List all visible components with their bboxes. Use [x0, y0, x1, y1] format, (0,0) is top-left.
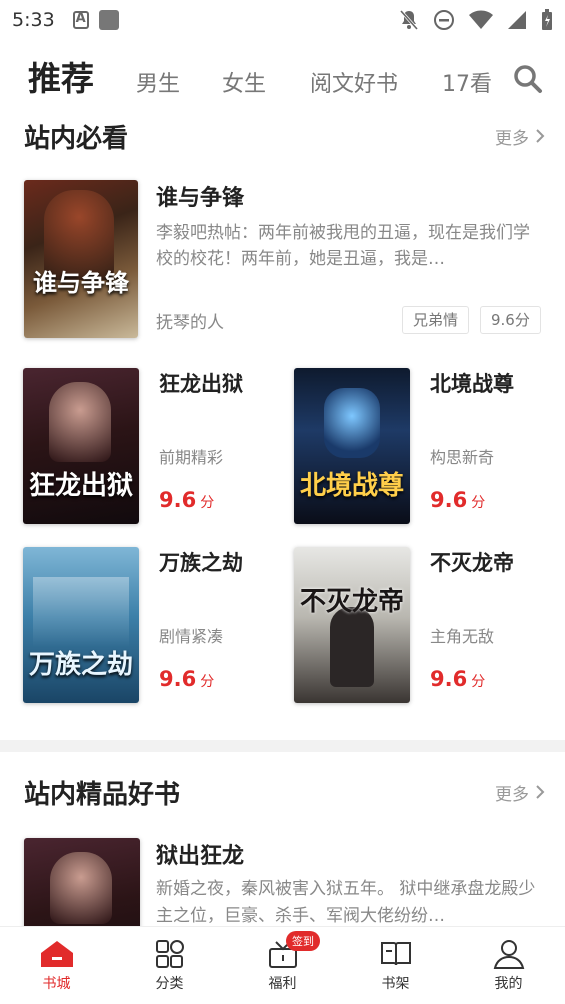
- nav-label: 书城: [42, 976, 71, 992]
- tab-yuewen[interactable]: 阅文好书: [310, 66, 398, 98]
- score-value: 9.6: [159, 488, 197, 512]
- tab-17kan[interactable]: 17看: [442, 66, 492, 98]
- cover-title: 谁与争锋: [33, 269, 129, 297]
- cover-title: 万族之劫: [28, 650, 133, 680]
- top-tabs: 推荐 男生 女生 阅文好书 17看: [0, 48, 565, 108]
- nav-category[interactable]: 分类: [113, 927, 226, 1004]
- score-value: 9.6: [430, 488, 468, 512]
- book-icon: [380, 942, 411, 966]
- book-desc: 剧情紧凑: [159, 627, 224, 646]
- nav-label: 我的: [494, 976, 523, 992]
- tab-recommend[interactable]: 推荐: [28, 52, 94, 100]
- section-title: 站内精品好书: [24, 779, 181, 810]
- tab-female[interactable]: 女生: [222, 66, 266, 98]
- book-cover[interactable]: 狂龙出狱: [23, 368, 139, 524]
- score-value: 9.6: [430, 667, 468, 691]
- section-header-quality: 站内精品好书 更多: [24, 772, 545, 812]
- tag-genre: 兄弟情: [402, 306, 470, 334]
- book-title[interactable]: 狂龙出狱: [159, 368, 243, 398]
- cover-title: 北境战尊: [299, 471, 404, 501]
- nav-label: 福利: [268, 976, 297, 992]
- checkin-badge: 签到: [286, 931, 320, 951]
- more-label: 更多: [495, 784, 529, 805]
- tag-score: 9.6分: [480, 306, 541, 334]
- book-card[interactable]: 狱出狂龙 新婚之夜，秦风被害入狱五年。 狱中继承盘龙殿少主之位，巨豪、杀手、军阀…: [24, 838, 544, 994]
- score-unit: 分: [200, 495, 215, 511]
- book-card[interactable]: 不灭龙帝 不灭龙帝 主角无敌 9.6 分: [294, 547, 554, 705]
- status-icons: [399, 9, 553, 31]
- book-score: 9.6 分: [159, 667, 214, 691]
- chevron-right-icon: [536, 129, 545, 143]
- signal-icon: [508, 11, 526, 29]
- section-title: 站内必看: [24, 123, 129, 154]
- more-label: 更多: [495, 128, 529, 149]
- grid-icon: [155, 940, 184, 968]
- book-title[interactable]: 北境战尊: [430, 368, 514, 398]
- nav-label: 书架: [381, 976, 410, 992]
- book-title[interactable]: 狱出狂龙: [156, 838, 244, 870]
- nav-bookshelf[interactable]: 书架: [339, 927, 452, 1004]
- home-icon: [40, 941, 73, 967]
- book-desc: 李毅吧热帖：两年前被我甩的丑逼，现在是我们学校的校花！两年前，她是丑逼，我是…: [156, 223, 530, 269]
- notification-square-icon: [98, 10, 119, 30]
- book-author: 抚琴的人: [156, 313, 224, 333]
- book-cover[interactable]: 北境战尊: [294, 368, 410, 524]
- section-header-must-read: 站内必看 更多: [24, 116, 545, 156]
- nav-profile[interactable]: 我的: [452, 927, 565, 1004]
- book-cover[interactable]: 谁与争锋: [24, 180, 138, 338]
- more-link[interactable]: 更多: [495, 780, 545, 805]
- score-unit: 分: [471, 495, 486, 511]
- status-time: 5:33: [12, 9, 55, 31]
- book-title[interactable]: 万族之劫: [159, 547, 243, 577]
- bottom-nav: 书城 分类 福利 签到 书架 我的: [0, 926, 565, 1004]
- nav-welfare[interactable]: 福利 签到: [226, 927, 339, 1004]
- cover-title: 不灭龙帝: [299, 587, 404, 617]
- chevron-right-icon: [536, 785, 545, 799]
- book-score: 9.6 分: [430, 488, 485, 512]
- book-score: 9.6 分: [159, 488, 214, 512]
- score-value: 9.6: [159, 667, 197, 691]
- book-desc: 前期精彩: [159, 448, 224, 467]
- search-icon[interactable]: [513, 64, 543, 94]
- wifi-icon: [469, 10, 493, 29]
- book-score: 9.6 分: [430, 667, 485, 691]
- book-desc: 主角无敌: [430, 627, 495, 646]
- more-link[interactable]: 更多: [495, 124, 545, 149]
- book-cover[interactable]: 不灭龙帝: [294, 547, 410, 703]
- book-title[interactable]: 谁与争锋: [156, 180, 244, 212]
- tab-male[interactable]: 男生: [136, 66, 180, 98]
- book-cover[interactable]: 万族之劫: [23, 547, 139, 703]
- book-desc: 构思新奇: [430, 448, 495, 467]
- book-card[interactable]: 狂龙出狱 狂龙出狱 前期精彩 9.6 分: [23, 368, 283, 526]
- score-unit: 分: [200, 674, 215, 690]
- section-divider: [0, 740, 565, 752]
- book-desc: 新婚之夜，秦风被害入狱五年。 狱中继承盘龙殿少主之位，巨豪、杀手、军阀大佬纷纷…: [156, 879, 536, 926]
- score-unit: 分: [471, 674, 486, 690]
- user-icon: [493, 940, 524, 969]
- nav-label: 分类: [155, 976, 184, 992]
- battery-icon: [542, 9, 552, 30]
- book-card[interactable]: 万族之劫 万族之劫 剧情紧凑 9.6 分: [23, 547, 283, 705]
- nav-bookstore[interactable]: 书城: [0, 927, 113, 1004]
- status-bar: 5:33: [0, 0, 565, 40]
- book-card[interactable]: 北境战尊 北境战尊 构思新奇 9.6 分: [294, 368, 554, 526]
- cover-title: 狂龙出狱: [28, 471, 133, 501]
- dnd-icon: [434, 10, 454, 30]
- book-title[interactable]: 不灭龙帝: [430, 547, 514, 577]
- notification-a-icon: [72, 11, 89, 29]
- featured-book[interactable]: 谁与争锋 谁与争锋 李毅吧热帖：两年前被我甩的丑逼，现在是我们学校的校花！两年前…: [24, 180, 544, 340]
- bell-off-icon: [399, 10, 419, 30]
